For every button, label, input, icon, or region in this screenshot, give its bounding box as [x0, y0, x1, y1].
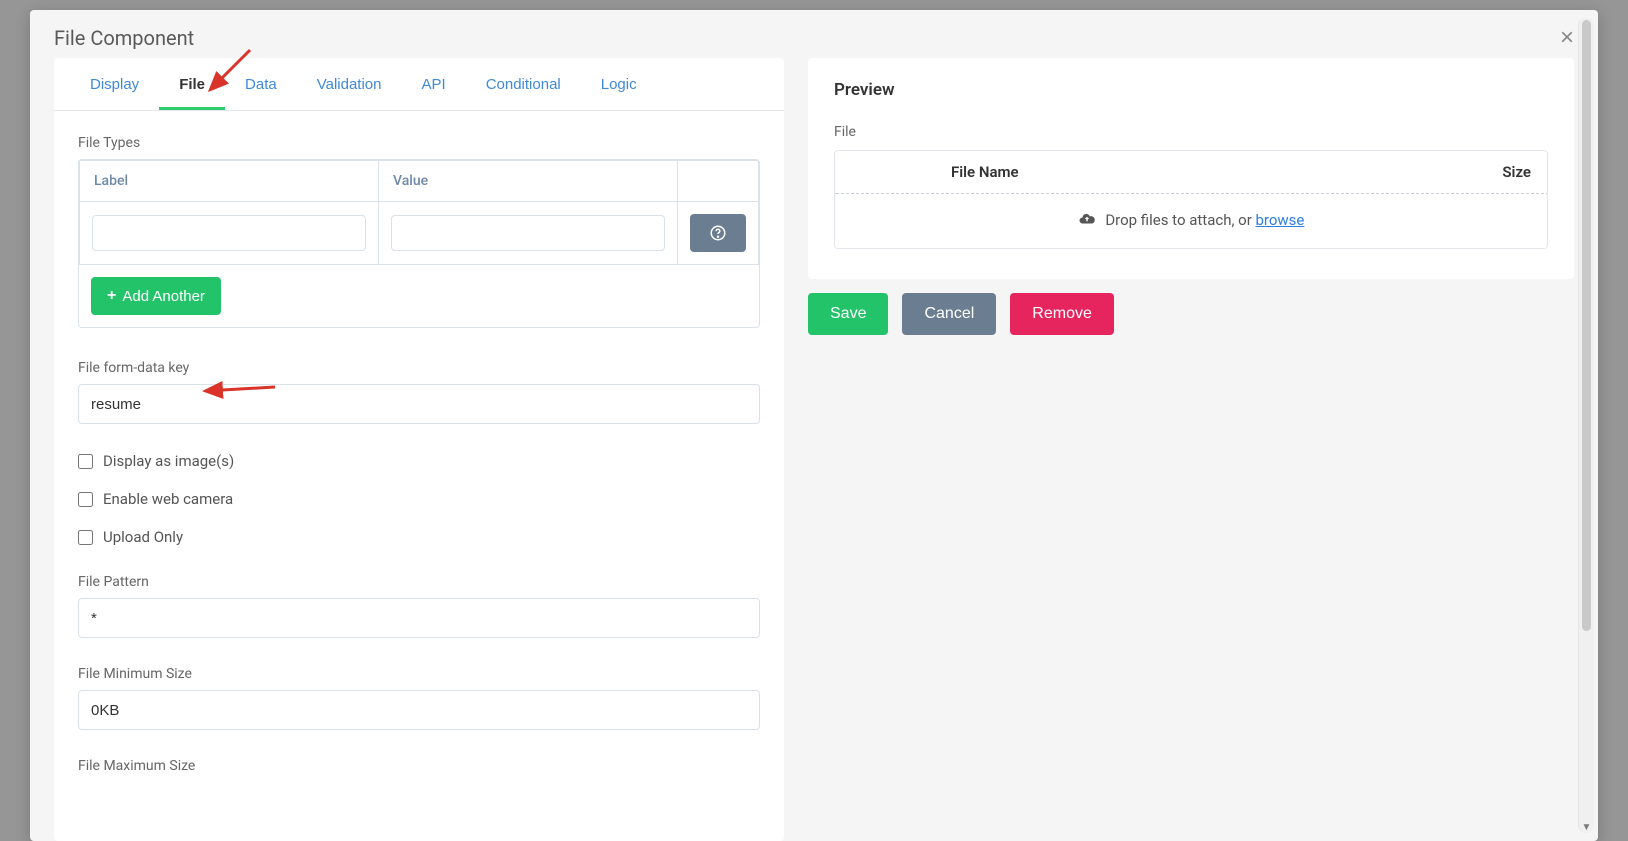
enable-web-camera-row: Enable web camera — [78, 490, 760, 508]
file-drop-area: File Name Size Drop files to attach, or … — [834, 150, 1548, 249]
col-header-value: Value — [379, 161, 678, 202]
enable-web-camera-label: Enable web camera — [103, 490, 233, 508]
scrollbar-thumb[interactable] — [1582, 20, 1591, 631]
preview-heading: Preview — [834, 80, 1548, 100]
file-type-label-input[interactable] — [92, 215, 366, 251]
display-as-images-row: Display as image(s) — [78, 452, 760, 470]
col-header-label: Label — [80, 161, 379, 202]
upload-only-label: Upload Only — [103, 528, 183, 546]
file-types-table-wrap: Label Value — [78, 159, 760, 328]
cloud-upload-icon — [1078, 210, 1096, 232]
settings-tabs: Display File Data Validation API Conditi… — [54, 58, 784, 111]
file-pattern-label: File Pattern — [78, 574, 760, 590]
table-row — [80, 202, 759, 265]
display-as-images-checkbox[interactable] — [78, 454, 93, 469]
tab-data[interactable]: Data — [225, 58, 297, 110]
table-row: Label Value — [80, 161, 759, 202]
col-header-actions — [678, 161, 759, 202]
browse-link[interactable]: browse — [1256, 211, 1305, 229]
file-pattern-input[interactable] — [78, 598, 760, 638]
drop-text: Drop files to attach, or — [1105, 211, 1255, 229]
display-as-images-label: Display as image(s) — [103, 452, 234, 470]
save-button[interactable]: Save — [808, 293, 888, 335]
tab-file-content: File Types Label Value — [54, 111, 784, 841]
modal-title: File Component — [54, 26, 194, 50]
col-file-name: File Name — [911, 163, 1411, 181]
close-button[interactable]: × — [1560, 26, 1574, 50]
col-size: Size — [1411, 163, 1531, 181]
file-drop-header: File Name Size — [835, 151, 1547, 194]
file-types-table: Label Value — [79, 160, 759, 265]
file-type-value-input[interactable] — [391, 215, 665, 251]
add-another-label: Add Another — [122, 288, 205, 305]
question-circle-icon — [709, 224, 727, 242]
cancel-button[interactable]: Cancel — [902, 293, 996, 335]
file-form-data-key-label: File form-data key — [78, 360, 760, 376]
enable-web-camera-checkbox[interactable] — [78, 492, 93, 507]
preview-file-label: File — [834, 124, 1548, 140]
file-min-size-input[interactable] — [78, 690, 760, 730]
remove-button[interactable]: Remove — [1010, 293, 1114, 335]
file-types-label: File Types — [78, 135, 760, 151]
file-component-modal: File Component × Display File Data Valid… — [30, 10, 1598, 841]
add-another-row: + Add Another — [79, 265, 759, 327]
tab-api[interactable]: API — [402, 58, 466, 110]
file-min-size-label: File Minimum Size — [78, 666, 760, 682]
preview-panel-wrap: Preview File File Name Size Drop files t… — [808, 58, 1574, 841]
preview-actions: Save Cancel Remove — [808, 293, 1574, 335]
upload-only-checkbox[interactable] — [78, 530, 93, 545]
scroll-down-icon[interactable]: ▼ — [1579, 819, 1594, 835]
preview-card: Preview File File Name Size Drop files t… — [808, 58, 1574, 279]
file-max-size-label: File Maximum Size — [78, 758, 760, 774]
settings-panel: Display File Data Validation API Conditi… — [54, 58, 784, 841]
modal-body: Display File Data Validation API Conditi… — [30, 58, 1598, 841]
tab-conditional[interactable]: Conditional — [466, 58, 581, 110]
add-another-button[interactable]: + Add Another — [91, 277, 221, 315]
tab-logic[interactable]: Logic — [581, 58, 657, 110]
file-type-help-button[interactable] — [690, 214, 746, 252]
tab-display[interactable]: Display — [70, 58, 159, 110]
upload-only-row: Upload Only — [78, 528, 760, 546]
tab-file[interactable]: File — [159, 58, 225, 110]
file-form-data-key-input[interactable] — [78, 384, 760, 424]
plus-icon: + — [107, 287, 116, 305]
modal-scrollbar[interactable]: ▲ ▼ — [1578, 18, 1594, 833]
dropzone[interactable]: Drop files to attach, or browse — [834, 193, 1548, 249]
tab-validation[interactable]: Validation — [297, 58, 402, 110]
modal-header: File Component × — [30, 10, 1598, 58]
